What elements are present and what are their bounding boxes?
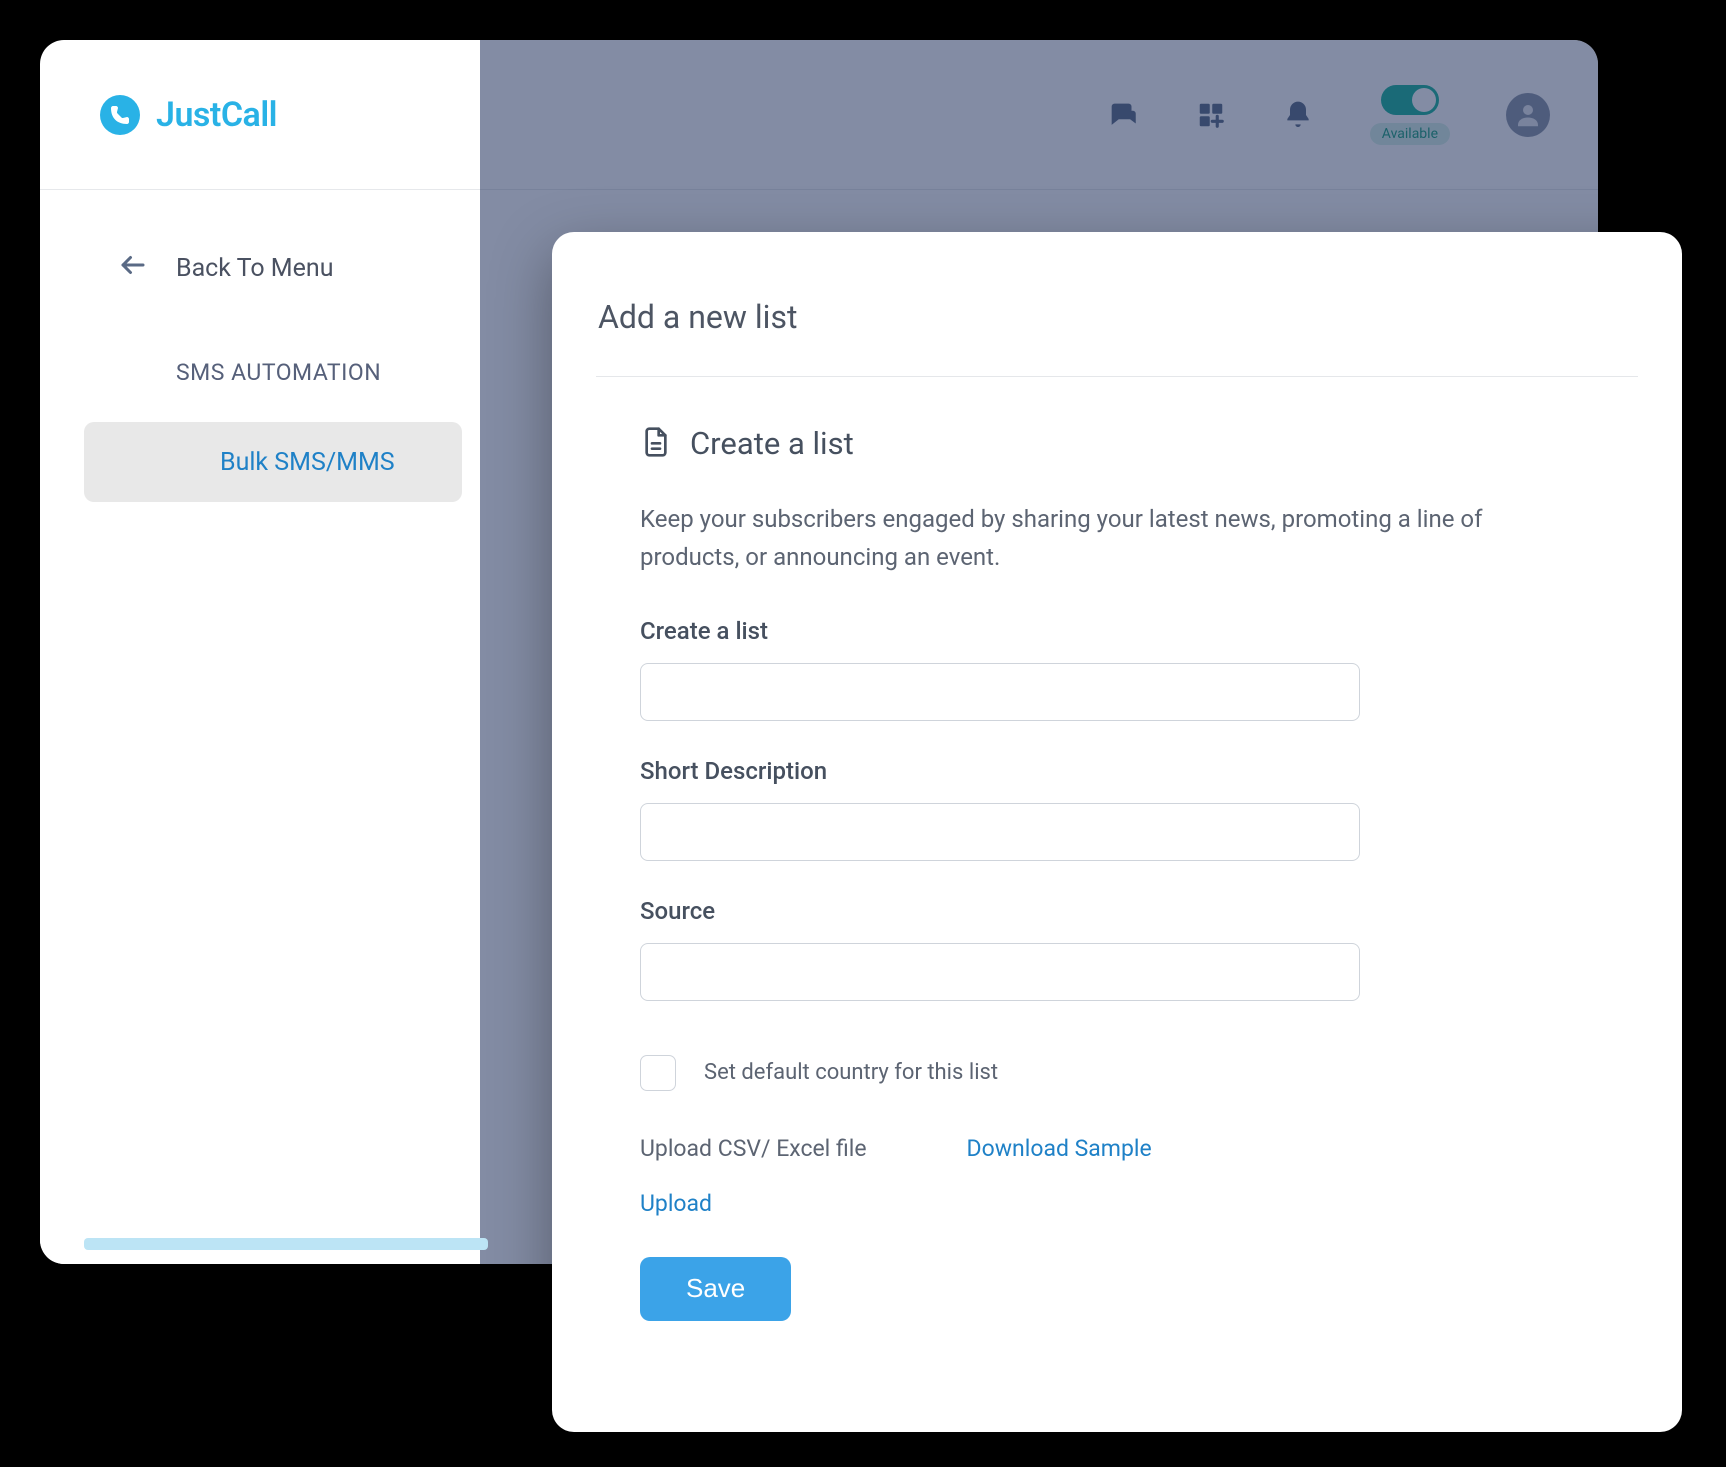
sidebar: Back To Menu SMS AUTOMATION Bulk SMS/MMS bbox=[40, 190, 480, 1264]
save-button-label: Save bbox=[686, 1273, 745, 1304]
file-form-icon bbox=[640, 426, 672, 462]
modal-title: Add a new list bbox=[596, 298, 1638, 336]
sidebar-item-label: Bulk SMS/MMS bbox=[220, 448, 395, 477]
divider bbox=[596, 376, 1638, 377]
upload-link[interactable]: Upload bbox=[640, 1190, 712, 1217]
arrow-left-icon bbox=[118, 250, 148, 287]
create-list-heading: Create a list bbox=[690, 425, 854, 462]
sidebar-section-title: SMS AUTOMATION bbox=[40, 359, 480, 386]
sidebar-item-bulk-sms[interactable]: Bulk SMS/MMS bbox=[84, 422, 462, 502]
source-label: Source bbox=[640, 897, 1546, 925]
download-sample-link[interactable]: Download Sample bbox=[967, 1135, 1152, 1162]
create-list-label: Create a list bbox=[640, 617, 1546, 645]
bottom-progress-strip bbox=[84, 1238, 488, 1250]
default-country-label: Set default country for this list bbox=[704, 1060, 998, 1085]
upload-csv-label: Upload CSV/ Excel file bbox=[640, 1135, 867, 1162]
back-to-menu[interactable]: Back To Menu bbox=[40, 250, 480, 287]
modal-description: Keep your subscribers engaged by sharing… bbox=[640, 500, 1546, 577]
add-list-modal: Add a new list Create a list Keep your s… bbox=[552, 232, 1682, 1432]
save-button[interactable]: Save bbox=[640, 1257, 791, 1321]
brand-logo[interactable]: JustCall bbox=[98, 93, 277, 137]
back-label: Back To Menu bbox=[176, 254, 333, 283]
brand-name: JustCall bbox=[156, 95, 277, 135]
default-country-checkbox[interactable] bbox=[640, 1055, 676, 1091]
source-input[interactable] bbox=[640, 943, 1360, 1001]
create-list-input[interactable] bbox=[640, 663, 1360, 721]
justcall-logo-icon bbox=[98, 93, 142, 137]
short-description-label: Short Description bbox=[640, 757, 1546, 785]
short-description-input[interactable] bbox=[640, 803, 1360, 861]
